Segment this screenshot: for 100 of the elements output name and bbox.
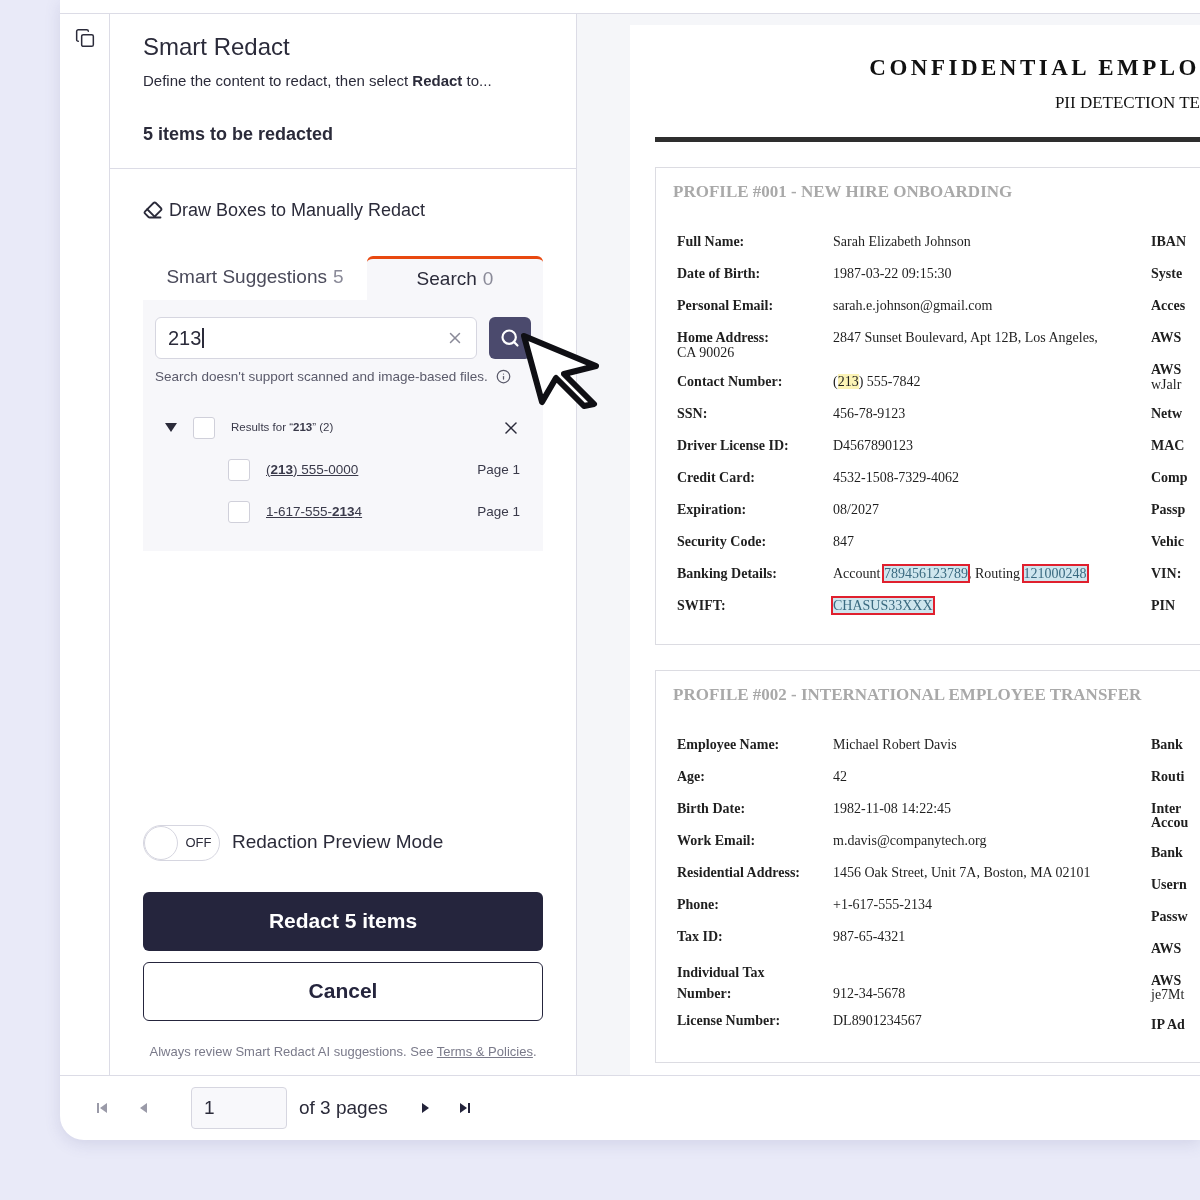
cancel-button[interactable]: Cancel [143,961,543,1021]
field-value: 1456 Oak Street, Unit 7A, Boston, MA 02101 [833,863,1091,882]
tab[interactable]: Smart Suggestions 5 [143,255,367,300]
field-label: Comp [1151,469,1188,487]
field-label: SSN: [677,405,709,423]
field-value: 42 [833,767,847,786]
field-value: Sarah Elizabeth Johnson [833,233,971,251]
field-value: m.davis@companytech.org [833,831,987,850]
checkbox[interactable] [228,500,250,523]
field-label: Security Code: [677,533,768,551]
preview-label: Redaction Preview Mode [232,830,444,855]
page-input[interactable]: 1 [191,1087,287,1129]
field-label: Syste [1151,265,1183,283]
field-value: 1982-11-08 14:22:45 [833,799,952,818]
checkbox[interactable] [193,416,215,439]
last-page-icon[interactable] [457,1101,472,1115]
field-label: Contact Number: [677,373,784,391]
preview-toggle[interactable]: OFF [143,824,220,861]
field-label: Accou [1151,816,1190,832]
field-label: Banking Details: [677,565,778,583]
field-label: SWIFT: [677,597,727,615]
field-value: CHASUS33XXX [833,597,933,615]
field-label: Bank [1151,843,1183,862]
field-value: wJalr [1151,377,1183,394]
field-value: je7Mt [1151,988,1186,1004]
field-label: Employee Name: [677,735,781,754]
field-label: Usern [1151,875,1187,894]
field-label: Credit Card: [677,469,756,487]
field-label: Passp [1151,501,1186,519]
document-subtitle: PII DETECTION TE [1054,91,1200,114]
field-label: Vehic [1151,533,1184,551]
redaction-count: 5 items to be redacted [143,122,335,146]
field-value: 847 [833,533,854,551]
field-label: Number: [677,985,733,1003]
field-label: AWS [1151,939,1182,958]
field-label: IBAN [1151,233,1186,251]
result-link[interactable]: 1-617-555-2134 [266,501,363,522]
field-label: VIN: [1151,565,1182,583]
disclaimer-text: Always review Smart Redact AI suggestions. See Terms & Policies. [148,1042,538,1061]
search-icon [500,327,520,348]
field-label: License Number: [677,1011,782,1030]
field-label: Full Name: [677,233,746,251]
page-count: of 3 pages [299,1095,388,1120]
field-label: AWS [1151,971,1182,989]
field-label: Passw [1151,907,1188,926]
field-value: 08/2027 [833,501,879,519]
field-label: Age: [677,767,706,786]
field-label: MAC [1151,437,1185,455]
field-label: Bank [1151,735,1183,754]
field-value: DL8901234567 [833,1011,922,1030]
profile-heading: PROFILE #001 - NEW HIRE ONBOARDING [672,181,1014,203]
field-value: 1987-03-22 09:15:30 [833,265,952,283]
eraser-icon [143,200,163,220]
field-label: Personal Email: [677,297,775,315]
search-field[interactable]: 213 [155,316,477,359]
field-label: Expiration: [677,501,748,519]
panel-title: Smart Redact [143,32,291,62]
field-label: Date of Birth: [677,265,762,283]
field-label: Driver License ID: [677,437,790,455]
redact-button[interactable]: Redact 5 items [143,891,543,951]
field-label: Routi [1151,767,1185,786]
panel-description: Define the content to redact, then select Redact to... [143,71,493,91]
checkbox[interactable] [228,458,250,481]
field-value: 456-78-9123 [833,405,906,423]
info-icon[interactable] [495,369,511,385]
collapse-caret-icon[interactable] [165,422,177,433]
field-label: Home Address: [677,329,770,347]
field-value: +1-617-555-2134 [833,895,932,914]
tab[interactable]: Search 0 [367,255,543,300]
field-value: Account 789456123789, Routing 121000248 [833,565,1087,583]
field-label: Tax ID: [677,927,724,946]
document-title: CONFIDENTIAL EMPLO [869,54,1200,82]
terms-link[interactable]: Terms & Policies [436,1043,533,1059]
field-label: Acces [1151,297,1186,315]
profile-heading: PROFILE #002 - INTERNATIONAL EMPLOYEE TRANSFER [672,683,1143,706]
field-value: 4532-1508-7329-4062 [833,469,959,487]
field-label: Individual Tax [677,964,766,982]
field-value: 2847 Sunset Boulevard, Apt 12B, Los Angeles, [833,329,1098,347]
field-label: Residential Address: [677,863,802,882]
field-value: CA 90026 [677,345,736,362]
page-label: Page 1 [477,460,520,479]
field-value: sarah.e.johnson@gmail.com [833,297,993,315]
results-label: Results for “213” (2) [231,420,334,436]
search-note: Search doesn't support scanned and image-based files. [155,367,488,386]
copy-icon[interactable] [74,28,95,48]
field-value: 912-34-5678 [833,985,906,1003]
result-link[interactable]: (213) 555-0000 [266,459,359,480]
field-value: 987-65-4321 [833,927,906,946]
field-value: (213) 555-7842 [833,373,921,391]
field-value: D4567890123 [833,437,914,455]
draw-boxes-button[interactable]: Draw Boxes to Manually Redact [143,196,426,224]
page-label: Page 1 [477,502,520,521]
field-label: AWS [1151,361,1182,379]
field-label: Birth Date: [677,799,747,818]
field-label: Phone: [677,895,720,914]
field-label: Work Email: [677,831,757,850]
field-label: AWS [1151,329,1182,347]
field-value: Michael Robert Davis [833,735,957,754]
field-label: IP Ad [1151,1015,1185,1034]
field-label: Inter [1151,799,1182,817]
